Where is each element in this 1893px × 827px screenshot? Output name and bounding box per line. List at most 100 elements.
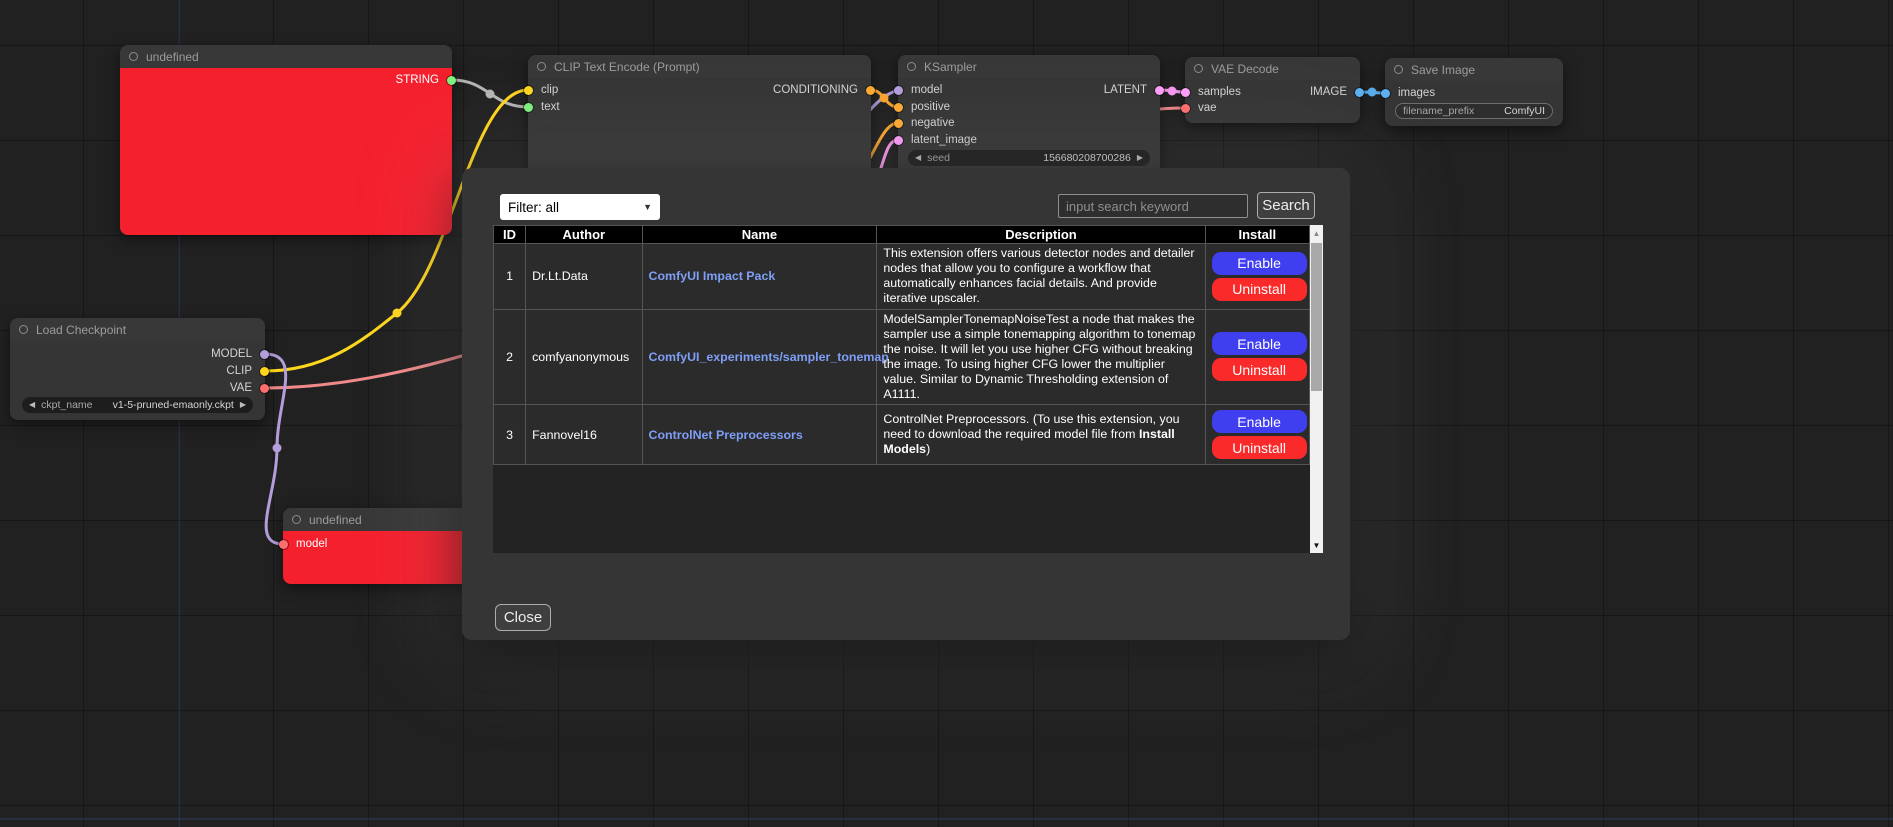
node-load-checkpoint[interactable]: Load Checkpoint MODEL CLIP VAE ◀ ckpt_na… xyxy=(10,318,265,420)
input-dot-model[interactable] xyxy=(894,86,903,95)
node-undefined-string[interactable]: undefined STRING xyxy=(120,45,452,235)
collapse-dot-icon[interactable] xyxy=(907,62,916,71)
search-input[interactable] xyxy=(1058,194,1248,218)
cell-install: Enable Uninstall xyxy=(1205,244,1309,310)
node-save-image[interactable]: Save Image images filename_prefix ComfyU… xyxy=(1385,58,1563,126)
uninstall-button[interactable]: Uninstall xyxy=(1212,436,1307,459)
cell-id: 1 xyxy=(494,244,526,310)
graph-canvas[interactable]: undefined STRING CLIP Text Encode (Promp… xyxy=(0,0,1893,827)
slot-label: VAE xyxy=(230,382,252,394)
cell-id: 2 xyxy=(494,309,526,405)
cell-description: ControlNet Preprocessors. (To use this e… xyxy=(877,405,1205,465)
cell-name: ControlNet Preprocessors xyxy=(642,405,877,465)
ckpt-name-widget[interactable]: ◀ ckpt_name v1-5-pruned-emaonly.ckpt ▶ xyxy=(22,397,253,413)
search-button[interactable]: Search xyxy=(1257,192,1315,219)
output-dot-latent[interactable] xyxy=(1155,86,1164,95)
extension-link[interactable]: ComfyUI_experiments/sampler_tonemap xyxy=(649,350,889,364)
increment-arrow-icon[interactable]: ▶ xyxy=(1137,154,1143,162)
wire-midpoint-string xyxy=(486,90,495,99)
filter-select[interactable]: Filter: all ▼ xyxy=(500,194,660,220)
wire-midpoint-latent xyxy=(1168,87,1177,96)
input-dot-positive[interactable] xyxy=(894,103,903,112)
collapse-dot-icon[interactable] xyxy=(292,515,301,524)
scroll-down-icon[interactable]: ▼ xyxy=(1310,538,1323,552)
output-dot-image[interactable] xyxy=(1355,88,1364,97)
input-slot-text: text xyxy=(524,100,560,114)
slot-label: negative xyxy=(911,117,954,129)
widget-value: ComfyUI xyxy=(1504,105,1545,117)
input-dot-samples[interactable] xyxy=(1181,88,1190,97)
enable-button[interactable]: Enable xyxy=(1212,410,1307,433)
cell-install: Enable Uninstall xyxy=(1205,405,1309,465)
collapse-dot-icon[interactable] xyxy=(1194,64,1203,73)
input-dot-text[interactable] xyxy=(524,103,533,112)
table-header-row: ID Author Name Description Install xyxy=(494,226,1310,244)
uninstall-button[interactable]: Uninstall xyxy=(1212,278,1307,301)
slot-label: MODEL xyxy=(211,348,252,360)
slot-label: text xyxy=(541,101,560,113)
slot-label: model xyxy=(911,84,942,96)
input-slot-images: images xyxy=(1381,86,1435,100)
scroll-up-icon[interactable]: ▲ xyxy=(1310,226,1323,240)
uninstall-button[interactable]: Uninstall xyxy=(1212,358,1307,381)
node-header[interactable]: CLIP Text Encode (Prompt) xyxy=(528,55,871,78)
input-dot-negative[interactable] xyxy=(894,119,903,128)
input-dot-latent-image[interactable] xyxy=(894,136,903,145)
next-arrow-icon[interactable]: ▶ xyxy=(240,401,246,409)
extension-row: 2 comfyanonymous ComfyUI_experiments/sam… xyxy=(494,309,1310,405)
collapse-dot-icon[interactable] xyxy=(19,325,28,334)
node-vae-decode[interactable]: VAE Decode samples vae IMAGE xyxy=(1185,57,1360,123)
node-title: undefined xyxy=(146,50,199,64)
decrement-arrow-icon[interactable]: ◀ xyxy=(915,154,921,162)
cell-author: Dr.Lt.Data xyxy=(526,244,642,310)
collapse-dot-icon[interactable] xyxy=(537,62,546,71)
header-install: Install xyxy=(1205,226,1309,244)
input-slot-samples: samples xyxy=(1181,85,1241,99)
output-slot-conditioning: CONDITIONING xyxy=(773,83,875,97)
extensions-table-area: ID Author Name Description Install 1 Dr.… xyxy=(493,225,1310,553)
widget-label: seed xyxy=(927,152,950,164)
extension-link[interactable]: ControlNet Preprocessors xyxy=(649,428,803,442)
widget-value: 156680208700286 xyxy=(1043,152,1131,164)
output-slot-string: STRING xyxy=(396,73,456,87)
slot-label: clip xyxy=(541,84,558,96)
output-dot-vae[interactable] xyxy=(260,384,269,393)
error-node-body xyxy=(120,68,452,235)
node-header[interactable]: undefined xyxy=(120,45,452,68)
output-dot-clip[interactable] xyxy=(260,367,269,376)
node-title: KSampler xyxy=(924,60,977,74)
filter-selected-value: Filter: all xyxy=(508,200,559,215)
close-button[interactable]: Close xyxy=(495,604,551,631)
node-ksampler[interactable]: KSampler model positive negative latent_… xyxy=(898,55,1160,173)
header-name: Name xyxy=(642,226,877,244)
node-header[interactable]: Save Image xyxy=(1385,58,1563,81)
input-dot-clip[interactable] xyxy=(524,86,533,95)
input-dot-vae[interactable] xyxy=(1181,104,1190,113)
output-dot-string[interactable] xyxy=(447,76,456,85)
enable-button[interactable]: Enable xyxy=(1212,332,1307,355)
enable-button[interactable]: Enable xyxy=(1212,252,1307,275)
node-header[interactable]: Load Checkpoint xyxy=(10,318,265,341)
extension-link[interactable]: ComfyUI Impact Pack xyxy=(649,269,776,283)
slot-label: vae xyxy=(1198,102,1217,114)
input-dot-model[interactable] xyxy=(279,540,288,549)
output-dot-conditioning[interactable] xyxy=(866,86,875,95)
cell-name: ComfyUI Impact Pack xyxy=(642,244,877,310)
canvas-axis-horizontal xyxy=(0,818,1893,820)
filename-prefix-widget[interactable]: filename_prefix ComfyUI xyxy=(1395,103,1553,119)
slot-label: positive xyxy=(911,101,950,113)
header-id: ID xyxy=(494,226,526,244)
input-slot-model: model xyxy=(279,537,327,551)
node-header[interactable]: VAE Decode xyxy=(1185,57,1360,80)
scrollbar-thumb[interactable] xyxy=(1311,243,1322,391)
node-header[interactable]: KSampler xyxy=(898,55,1160,78)
widget-value: v1-5-pruned-emaonly.ckpt xyxy=(113,399,234,411)
output-dot-model[interactable] xyxy=(260,350,269,359)
input-dot-images[interactable] xyxy=(1381,89,1390,98)
collapse-dot-icon[interactable] xyxy=(129,52,138,61)
collapse-dot-icon[interactable] xyxy=(1394,65,1403,74)
previous-arrow-icon[interactable]: ◀ xyxy=(29,401,35,409)
table-scrollbar[interactable]: ▲ ▼ xyxy=(1310,225,1323,553)
seed-widget[interactable]: ◀ seed 156680208700286 ▶ xyxy=(908,150,1150,166)
widget-label: ckpt_name xyxy=(41,399,92,411)
